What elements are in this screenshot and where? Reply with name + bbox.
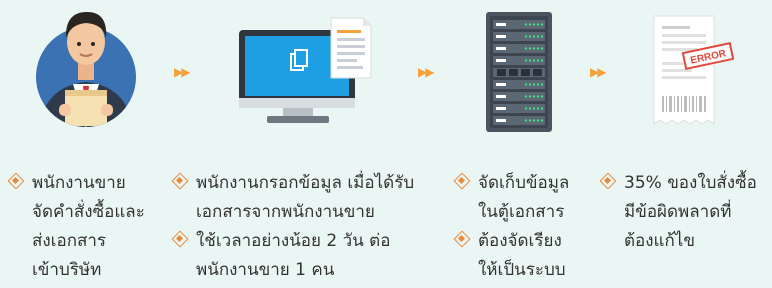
diamond-bullet-icon: [171, 172, 189, 190]
receipt-error-stamp-icon: ERROR: [650, 12, 735, 132]
step-1-description: พนักงานขาย จัดคำสั่งซื้อและ ส่งเอกสาร เข…: [7, 169, 168, 285]
bullet-text: ต้องจัดเรียง ให้เป็นระบบ: [478, 231, 566, 280]
diamond-bullet-icon: [171, 230, 189, 248]
step-4-description: 35% ของใบสั่งซื้อ มีข้อผิดพลาดที่ ต้องแก…: [599, 169, 770, 256]
step-arrow: ▶▶: [590, 65, 607, 79]
businessman-holding-documents-icon: [35, 4, 137, 128]
bullet-text: พนักงานกรอกข้อมูล เมื่อได้รับ เอกสารจากพ…: [196, 173, 415, 222]
bullet-item: ต้องจัดเรียง ให้เป็นระบบ: [453, 227, 594, 285]
bullet-text: จัดเก็บข้อมูล ในตู้เอกสาร: [478, 173, 570, 222]
bullet-item: พนักงานขาย จัดคำสั่งซื้อและ ส่งเอกสาร เข…: [7, 169, 168, 285]
step-arrow: ▶▶: [174, 65, 191, 79]
bullet-item: ใช้เวลาอย่างน้อย 2 วัน ต่อ พนักงานขาย 1 …: [171, 227, 462, 285]
diamond-bullet-icon: [7, 172, 25, 190]
diamond-bullet-icon: [453, 172, 471, 190]
diamond-bullet-icon: [453, 230, 471, 248]
computer-monitor-document-icon: [237, 12, 373, 130]
bullet-item: พนักงานกรอกข้อมูล เมื่อได้รับ เอกสารจากพ…: [171, 169, 462, 227]
bullet-text: 35% ของใบสั่งซื้อ มีข้อผิดพลาดที่ ต้องแก…: [624, 173, 757, 251]
step-2-description: พนักงานกรอกข้อมูล เมื่อได้รับ เอกสารจากพ…: [171, 169, 462, 285]
diamond-bullet-icon: [599, 172, 617, 190]
bullet-text: พนักงานขาย จัดคำสั่งซื้อและ ส่งเอกสาร เข…: [32, 173, 145, 280]
bullet-text: ใช้เวลาอย่างน้อย 2 วัน ต่อ พนักงานขาย 1 …: [196, 231, 391, 280]
bullet-item: 35% ของใบสั่งซื้อ มีข้อผิดพลาดที่ ต้องแก…: [599, 169, 770, 256]
step-arrow: ▶▶: [418, 65, 435, 79]
step-3-description: จัดเก็บข้อมูล ในตู้เอกสาร ต้องจัดเรียง ใ…: [453, 169, 594, 285]
server-rack-icon: [484, 10, 556, 134]
bullet-item: จัดเก็บข้อมูล ในตู้เอกสาร: [453, 169, 594, 227]
